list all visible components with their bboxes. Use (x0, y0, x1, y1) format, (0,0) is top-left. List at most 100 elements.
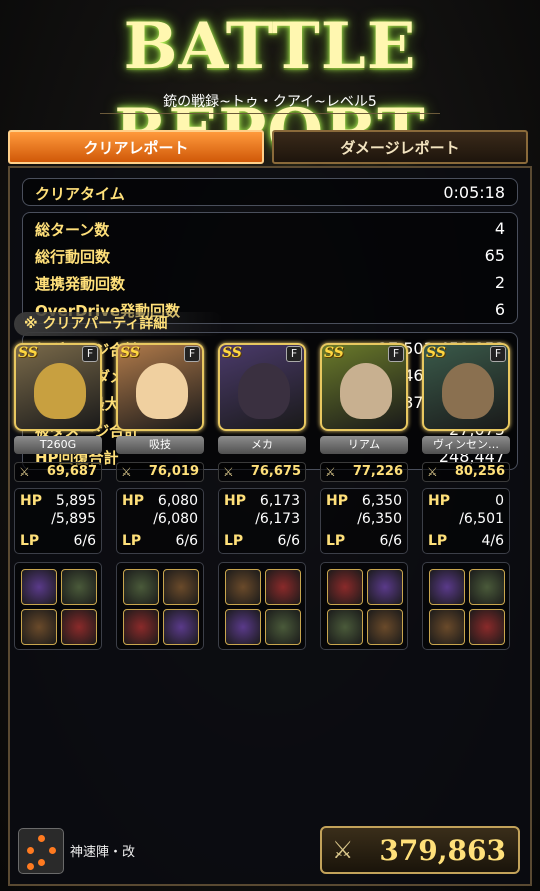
swords-icon: ⚔ (332, 836, 354, 864)
stat-value: 4 (494, 219, 505, 238)
hp-max: /6,501 (459, 511, 504, 527)
tab-clear-report[interactable]: クリアレポート (8, 130, 264, 164)
tab-damage-report[interactable]: ダメージレポート (272, 130, 528, 164)
stat-row: 連携発動回数 2 (23, 269, 517, 296)
character-portrait[interactable]: SS F (116, 343, 204, 431)
character-power: ⚔ 76,675 (218, 462, 306, 482)
character-portrait[interactable]: SS F (14, 343, 102, 431)
stat-value: 65 (484, 246, 505, 265)
formation-name: 神速陣・改 (70, 845, 136, 860)
equipment-slot[interactable] (123, 609, 159, 645)
equipment-slot[interactable] (225, 609, 261, 645)
total-power-box: ⚔ 379,863 (320, 826, 520, 874)
hp-label: HP (122, 493, 144, 509)
quest-name: 銃の戦録~トゥ・クアイ~レベル5 (100, 90, 440, 114)
equipment-slot[interactable] (225, 569, 261, 605)
character-power: ⚔ 69,687 (14, 462, 102, 482)
equipment-slot[interactable] (61, 569, 97, 605)
equipment-slot[interactable] (429, 569, 465, 605)
character-stats: HP 0/6,501 LP 4/6 (422, 488, 510, 554)
swords-icon: ⚔ (427, 465, 438, 479)
hp-value: 0 (495, 493, 504, 509)
formation-dot (27, 847, 34, 854)
equipment-slot[interactable] (163, 569, 199, 605)
rarity-badge: SS (222, 345, 242, 361)
character-name: ヴィンセン… (422, 436, 510, 454)
type-tag: F (82, 346, 98, 362)
clear-time-value: 0:05:18 (443, 183, 505, 202)
character-power: ⚔ 76,019 (116, 462, 204, 482)
swords-icon: ⚔ (325, 465, 336, 479)
party-list: SS F T260G ⚔ 69,687 HP 5,895/5,895 LP 6/6 SS F 吸技 ⚔ 7… (12, 340, 512, 655)
swords-icon: ⚔ (121, 465, 132, 479)
formation-dot (27, 863, 34, 870)
character-portrait[interactable]: SS F (218, 343, 306, 431)
equipment-slot[interactable] (469, 569, 505, 605)
equipment-slot[interactable] (265, 569, 301, 605)
lp-label: LP (326, 533, 346, 549)
stat-label: 総ターン数 (35, 221, 110, 239)
hp-max: /6,350 (357, 511, 402, 527)
type-tag: F (388, 346, 404, 362)
party-member[interactable]: SS F 吸技 ⚔ 76,019 HP 6,080/6,080 LP 6/6 (114, 340, 206, 655)
hp-value: 6,173 (259, 493, 300, 509)
lp-value: 4/6 (481, 533, 504, 549)
character-power: ⚔ 77,226 (320, 462, 408, 482)
equipment-slot[interactable] (367, 609, 403, 645)
rarity-badge: SS (426, 345, 446, 361)
character-stats: HP 6,080/6,080 LP 6/6 (116, 488, 204, 554)
hp-label: HP (20, 493, 42, 509)
character-face (442, 363, 494, 419)
party-member[interactable]: SS F T260G ⚔ 69,687 HP 5,895/5,895 LP 6/6 (12, 340, 104, 655)
party-member[interactable]: SS F リアム ⚔ 77,226 HP 6,350/6,350 LP 6/6 (318, 340, 410, 655)
character-portrait[interactable]: SS F (320, 343, 408, 431)
equipment-slot[interactable] (327, 609, 363, 645)
hp-max: /6,080 (153, 511, 198, 527)
type-tag: F (184, 346, 200, 362)
equipment-slot[interactable] (469, 609, 505, 645)
equipment-slot[interactable] (123, 569, 159, 605)
formation-dot (49, 847, 56, 854)
stat-row: 総ターン数 4 (23, 215, 517, 242)
equipment-grid (422, 562, 510, 650)
power-value: 69,687 (46, 464, 97, 479)
equipment-slot[interactable] (327, 569, 363, 605)
rarity-badge: SS (324, 345, 344, 361)
lp-value: 6/6 (277, 533, 300, 549)
character-power: ⚔ 80,256 (422, 462, 510, 482)
party-member[interactable]: SS F メカ ⚔ 76,675 HP 6,173/6,173 LP 6/6 (216, 340, 308, 655)
page-title: BATTLE REPORT (114, 9, 426, 170)
lp-label: LP (224, 533, 244, 549)
type-tag: F (490, 346, 506, 362)
hp-value: 6,080 (157, 493, 198, 509)
character-name: リアム (320, 436, 408, 454)
lp-value: 6/6 (73, 533, 96, 549)
lp-label: LP (20, 533, 40, 549)
formation-dot (38, 835, 45, 842)
stat-value: 6 (494, 300, 505, 319)
equipment-grid (116, 562, 204, 650)
equipment-slot[interactable] (367, 569, 403, 605)
hp-label: HP (224, 493, 246, 509)
stat-label: 連携発動回数 (35, 275, 126, 293)
character-portrait[interactable]: SS F (422, 343, 510, 431)
character-stats: HP 6,350/6,350 LP 6/6 (320, 488, 408, 554)
equipment-slot[interactable] (163, 609, 199, 645)
equipment-grid (320, 562, 408, 650)
lp-value: 6/6 (379, 533, 402, 549)
character-name: T260G (14, 436, 102, 454)
formation-icon (18, 828, 64, 874)
hp-value: 6,350 (361, 493, 402, 509)
equipment-slot[interactable] (21, 569, 57, 605)
equipment-slot[interactable] (61, 609, 97, 645)
swords-icon: ⚔ (19, 465, 30, 479)
equipment-grid (14, 562, 102, 650)
party-member[interactable]: SS F ヴィンセン… ⚔ 80,256 HP 0/6,501 LP 4/6 (420, 340, 512, 655)
equipment-slot[interactable] (265, 609, 301, 645)
type-tag: F (286, 346, 302, 362)
lp-label: LP (428, 533, 448, 549)
character-name: メカ (218, 436, 306, 454)
equipment-slot[interactable] (429, 609, 465, 645)
hp-label: HP (428, 493, 450, 509)
equipment-slot[interactable] (21, 609, 57, 645)
